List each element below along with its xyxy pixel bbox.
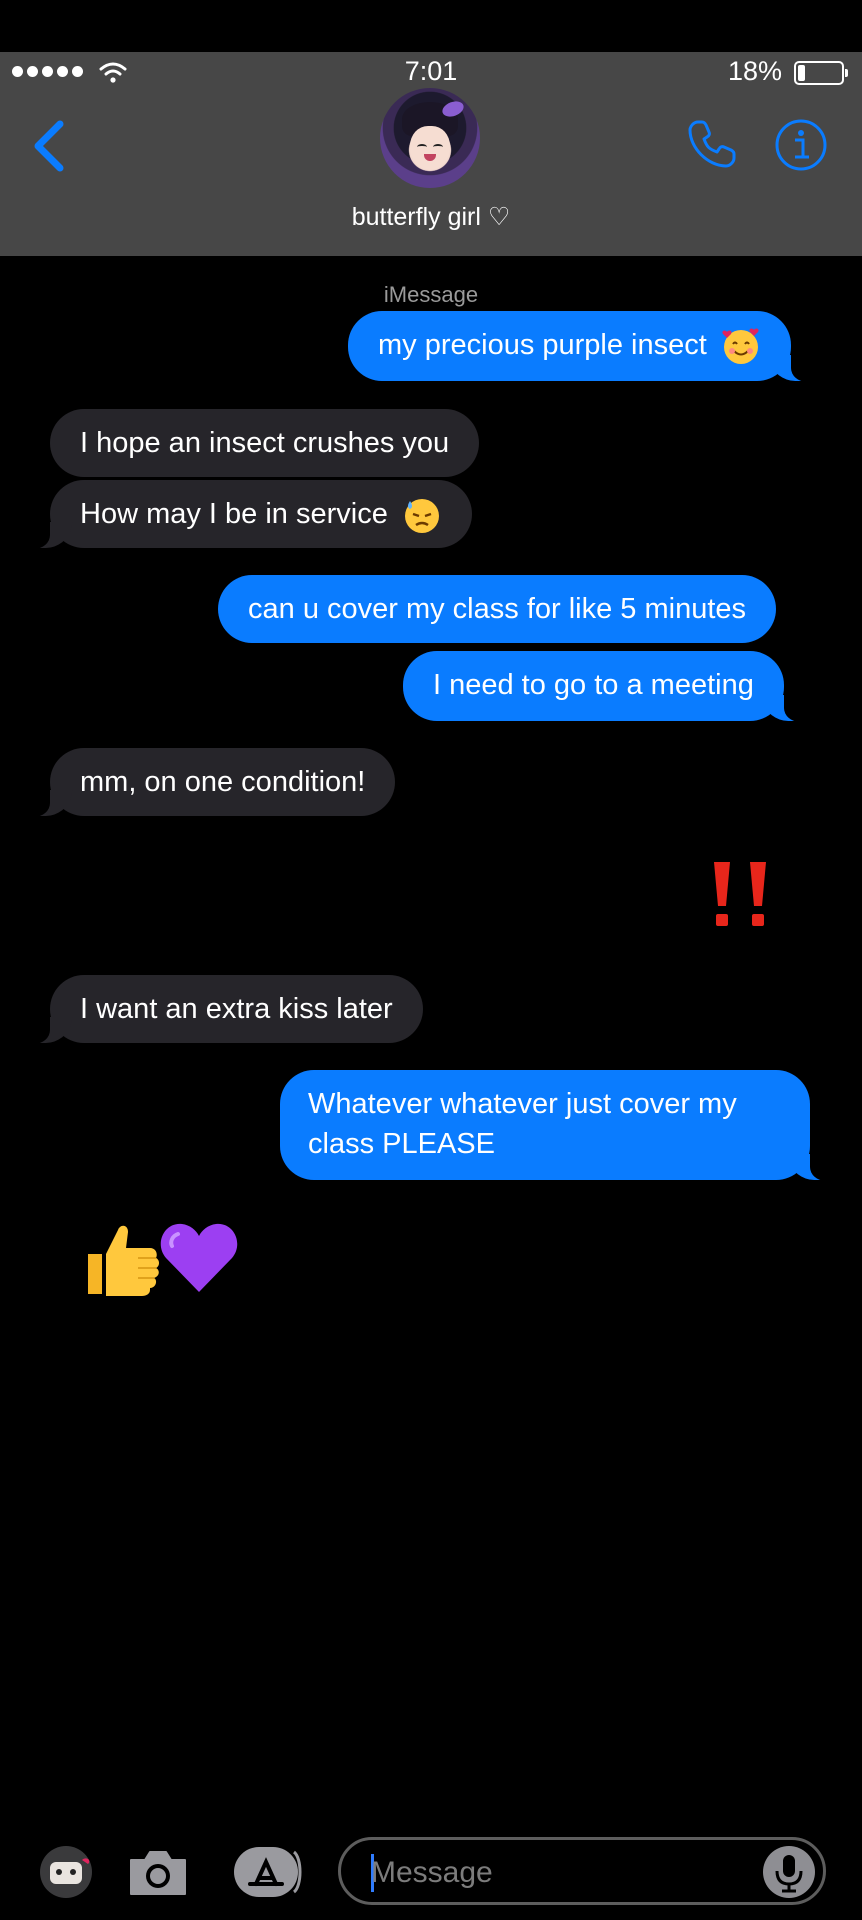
camera-icon[interactable]: [127, 1848, 189, 1898]
memoji-stickers-icon[interactable]: [38, 1844, 94, 1900]
smiling-face-with-hearts-icon: [722, 328, 759, 365]
purple-heart-icon[interactable]: [158, 1218, 240, 1298]
message-bubble-received[interactable]: I want an extra kiss later: [28, 975, 423, 1044]
contact-avatar[interactable]: [380, 88, 480, 188]
message-bubble-received[interactable]: mm, on one condition!: [27, 748, 396, 817]
composer-bar: [0, 1830, 862, 1920]
battery-icon: [794, 61, 848, 85]
message-text: can u cover my class for like 5 minutes: [248, 593, 747, 625]
app-store-icon[interactable]: [232, 1844, 304, 1900]
message-text: mm, on one condition!: [80, 766, 366, 798]
message-text: Whatever whatever just cover my class PL…: [308, 1088, 737, 1160]
message-input[interactable]: [369, 1850, 753, 1896]
message-bubble-received[interactable]: I hope an insect crushes you: [50, 409, 480, 477]
phone-icon[interactable]: [684, 116, 740, 172]
message-text: my precious purple insect: [378, 329, 707, 361]
message-bubble-sent[interactable]: my precious purple insect: [348, 311, 813, 382]
double-exclamation-mark-icon[interactable]: [708, 858, 776, 930]
battery-percent: 18%: [727, 56, 782, 86]
message-text: I need to go to a meeting: [433, 669, 754, 701]
downcast-face-with-sweat-icon: [404, 499, 439, 534]
microphone-icon: [775, 1855, 803, 1893]
message-bubble-sent[interactable]: Whatever whatever just cover my class PL…: [280, 1070, 832, 1181]
back-chevron-icon[interactable]: [28, 118, 68, 174]
message-text: I want an extra kiss later: [80, 993, 393, 1025]
message-bubble-received[interactable]: How may I be in service: [28, 480, 472, 549]
messages-screen: 7:01 18% butterfly girl ♡ iMessage my pr…: [0, 0, 862, 1920]
thumbs-up-icon[interactable]: [78, 1214, 162, 1300]
message-text: How may I be in service: [80, 498, 388, 530]
conversation-header: 7:01 18% butterfly girl ♡: [0, 52, 862, 256]
message-bubble-sent[interactable]: I need to go to a meeting: [403, 651, 806, 722]
status-bar: 7:01 18%: [0, 52, 862, 92]
contact-name[interactable]: butterfly girl ♡: [0, 202, 862, 232]
message-bubble-sent[interactable]: can u cover my class for like 5 minutes: [218, 575, 777, 643]
info-icon[interactable]: [774, 118, 828, 172]
message-input-field[interactable]: [338, 1837, 826, 1905]
message-text: I hope an insect crushes you: [80, 427, 450, 459]
service-label: iMessage: [383, 282, 479, 307]
avatar-face: [410, 126, 450, 170]
dictation-button[interactable]: [763, 1846, 815, 1898]
